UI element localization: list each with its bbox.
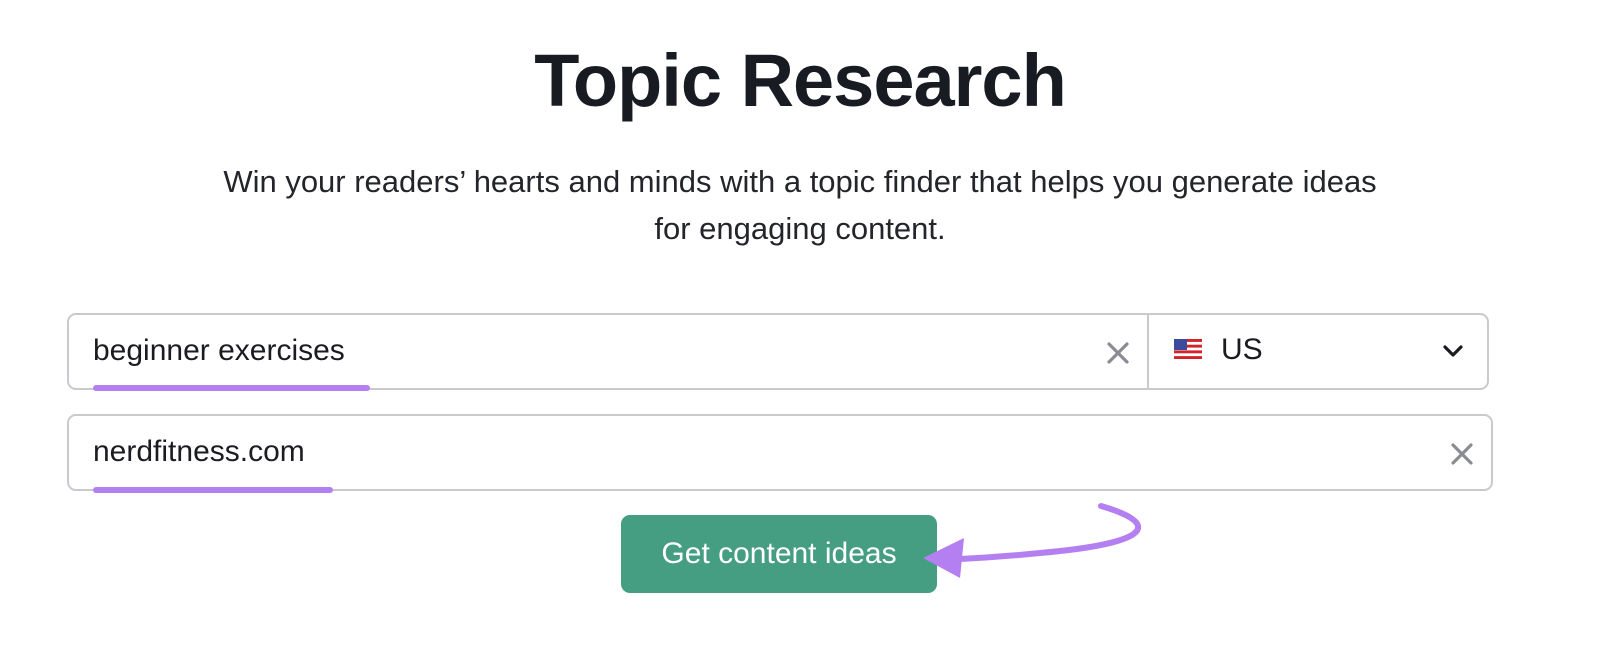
chevron-down-icon[interactable]: [1441, 342, 1465, 360]
page-subtitle: Win your readers’ hearts and minds with …: [140, 158, 1460, 252]
country-select[interactable]: US: [1149, 315, 1487, 388]
topic-input[interactable]: beginner exercises: [69, 315, 1149, 391]
domain-input[interactable]: nerdfitness.com: [67, 414, 1493, 493]
topic-research-page: Topic Research Win your readers’ hearts …: [0, 0, 1600, 660]
subtitle-line-1: Win your readers’ hearts and minds with …: [223, 164, 1377, 199]
close-icon[interactable]: [1105, 340, 1131, 366]
get-content-ideas-button[interactable]: Get content ideas: [621, 515, 937, 593]
topic-country-row: beginner exercises US: [67, 313, 1489, 391]
domain-input-value[interactable]: nerdfitness.com: [93, 434, 305, 470]
domain-highlight-underline: [93, 487, 333, 493]
topic-input-value[interactable]: beginner exercises: [93, 333, 345, 369]
country-select-value: US: [1221, 333, 1263, 366]
page-title: Topic Research: [534, 39, 1067, 122]
subtitle-line-2: for engaging content.: [654, 211, 946, 246]
topic-highlight-underline: [93, 385, 370, 391]
us-flag-icon: [1174, 339, 1202, 359]
annotation-arrow-icon: [923, 503, 1142, 578]
close-icon[interactable]: [1449, 441, 1475, 467]
